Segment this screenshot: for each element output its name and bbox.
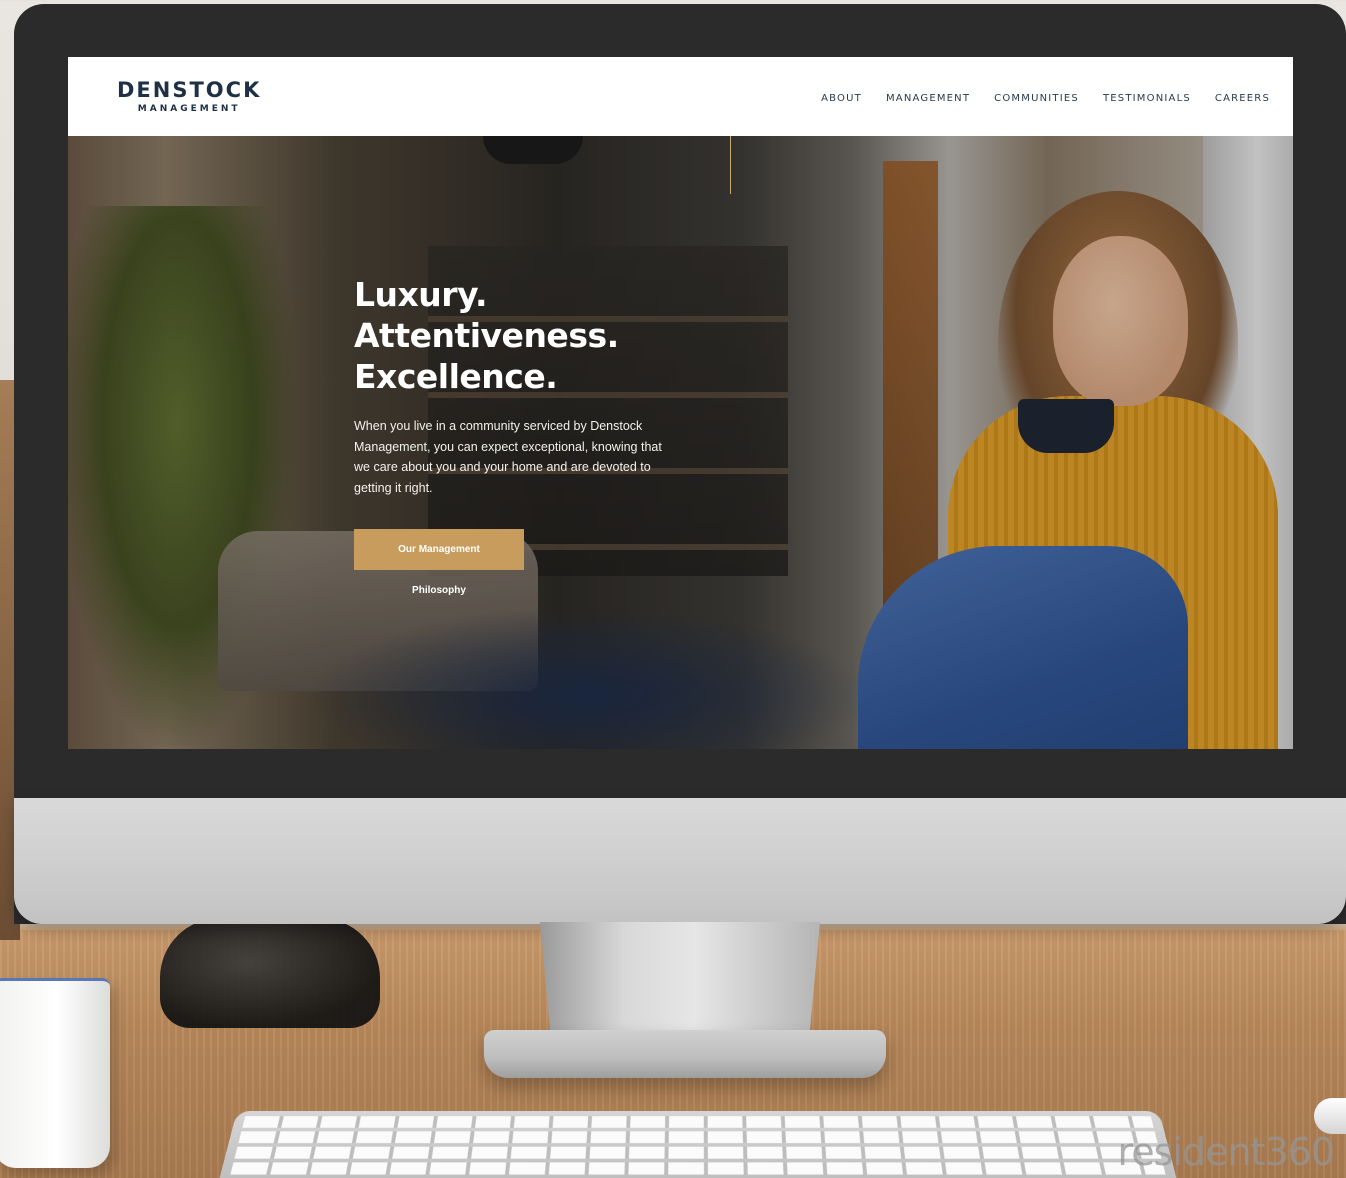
- hero-overlay: [68, 136, 1293, 749]
- mouse-image: [1314, 1098, 1346, 1134]
- nav-item-testimonials[interactable]: TESTIMONIALS: [1103, 93, 1191, 104]
- monitor-stand: [540, 922, 820, 1042]
- hero-title: Luxury. Attentiveness. Excellence.: [354, 274, 664, 397]
- hero-title-line-2: Attentiveness.: [354, 316, 619, 355]
- nav-item-management[interactable]: MANAGEMENT: [886, 93, 970, 104]
- website-screen: DENSTOCK MANAGEMENT ABOUT MANAGEMENT COM…: [68, 57, 1293, 749]
- hero-description: When you live in a community serviced by…: [354, 419, 662, 495]
- hero-title-line-1: Luxury.: [354, 275, 488, 314]
- monitor-stand-base: [484, 1030, 886, 1078]
- resident360-watermark: resident360: [1117, 1130, 1335, 1174]
- headphones-image: [160, 918, 380, 1028]
- logo-subtitle: MANAGEMENT: [137, 104, 241, 114]
- main-nav: ABOUT MANAGEMENT COMMUNITIES TESTIMONIAL…: [821, 89, 1270, 104]
- denstock-logo[interactable]: DENSTOCK MANAGEMENT: [117, 79, 261, 114]
- hero-divider-line: [730, 136, 731, 194]
- nav-item-communities[interactable]: COMMUNITIES: [994, 93, 1079, 104]
- keyboard-keys: [229, 1116, 1167, 1178]
- keyboard-image: [218, 1110, 1178, 1178]
- hero-title-line-3: Excellence.: [354, 357, 558, 396]
- hero-content: Luxury. Attentiveness. Excellence. When …: [354, 274, 664, 598]
- nav-item-careers[interactable]: CAREERS: [1215, 93, 1270, 104]
- hero-section: Luxury. Attentiveness. Excellence. When …: [68, 136, 1293, 749]
- logo-name: DENSTOCK: [117, 78, 262, 102]
- nav-item-about[interactable]: ABOUT: [821, 93, 862, 104]
- monitor-chin: [14, 798, 1346, 924]
- management-philosophy-button[interactable]: Our Management Philosophy: [354, 529, 524, 596]
- site-header: DENSTOCK MANAGEMENT ABOUT MANAGEMENT COM…: [68, 57, 1293, 136]
- desk-mug-image: [0, 978, 110, 1168]
